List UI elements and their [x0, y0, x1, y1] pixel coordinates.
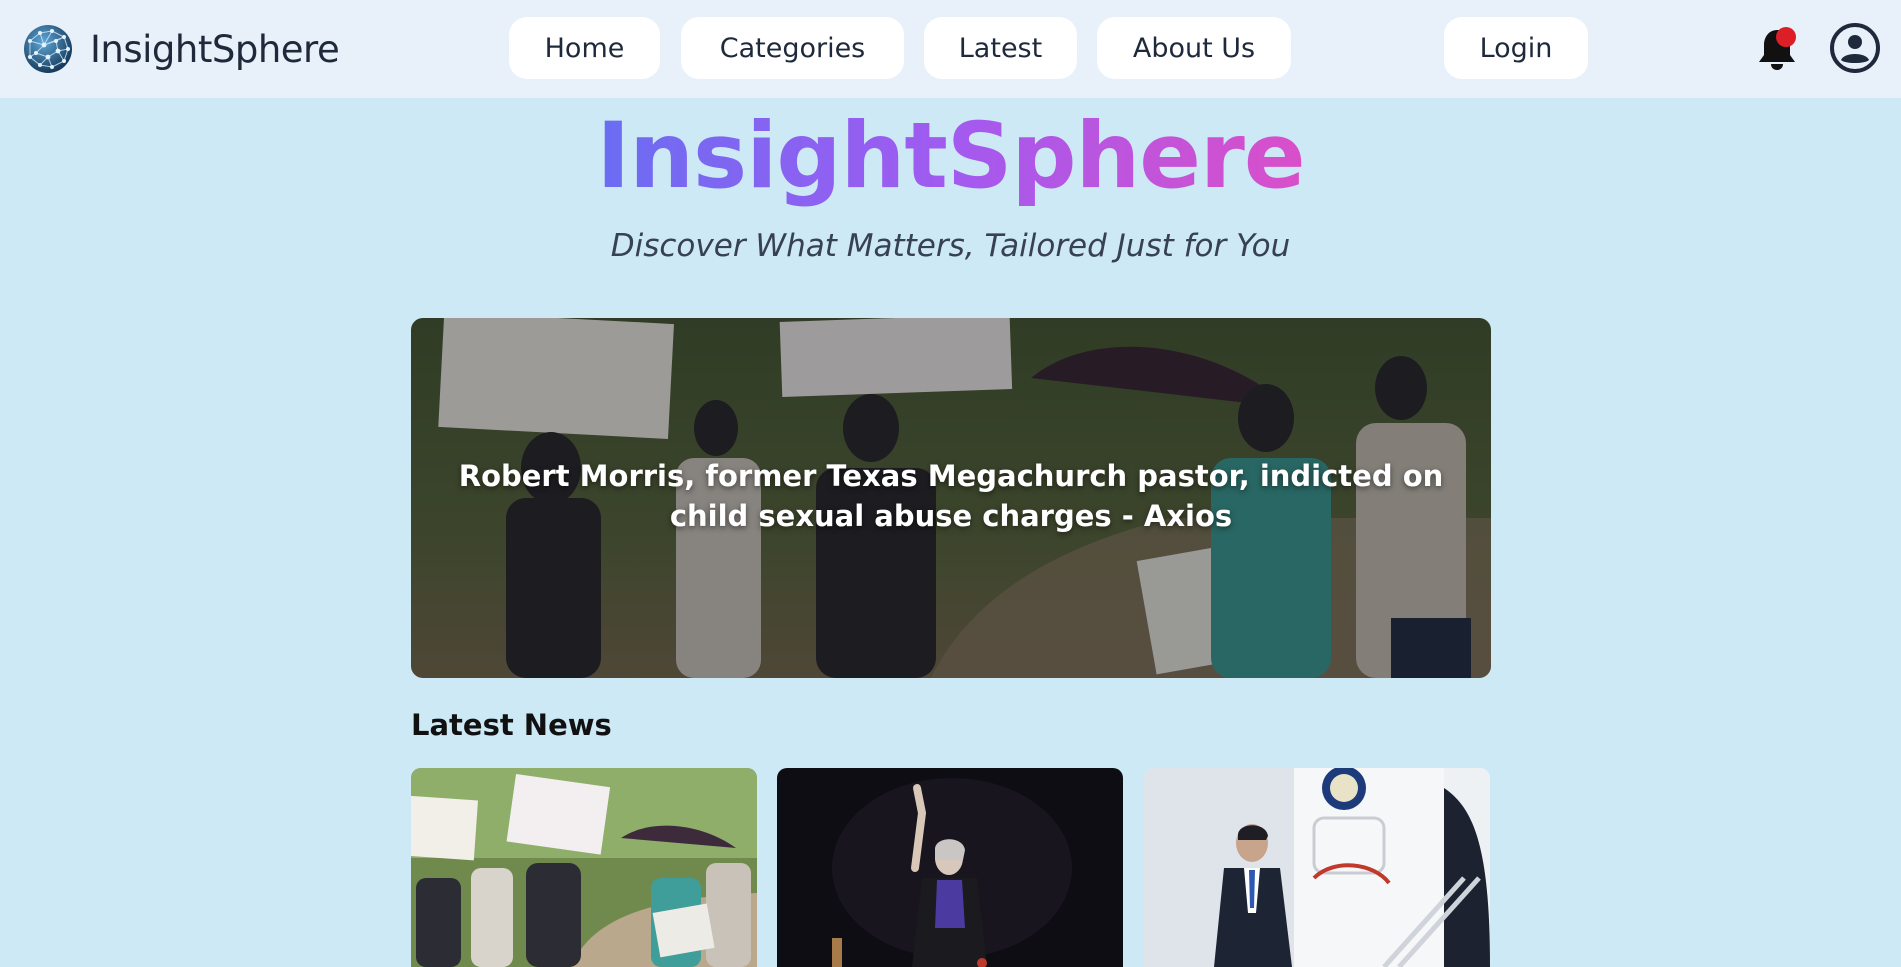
hero-tagline: Discover What Matters, Tailored Just for… — [610, 228, 1291, 264]
news-card[interactable] — [411, 768, 757, 967]
featured-headline[interactable]: Robert Morris, former Texas Megachurch p… — [431, 456, 1471, 536]
news-card-image — [411, 768, 757, 967]
hero-title: InsightSphere — [596, 104, 1305, 209]
latest-news-heading: Latest News — [411, 708, 612, 742]
news-card-image — [777, 768, 1123, 967]
nav-about-us[interactable]: About Us — [1097, 17, 1291, 79]
login-button[interactable]: Login — [1444, 17, 1588, 79]
featured-article[interactable]: Robert Morris, former Texas Megachurch p… — [411, 318, 1491, 678]
brand[interactable]: InsightSphere — [22, 22, 340, 76]
news-card[interactable] — [1144, 768, 1490, 967]
globe-network-icon — [24, 25, 72, 73]
user-circle-icon[interactable] — [1829, 22, 1881, 74]
news-card[interactable] — [777, 768, 1123, 967]
nav-latest[interactable]: Latest — [924, 17, 1077, 79]
news-card-image — [1144, 768, 1490, 967]
brand-name: InsightSphere — [90, 27, 340, 71]
notification-badge — [1776, 27, 1796, 47]
nav-home[interactable]: Home — [509, 17, 660, 79]
top-navbar: InsightSphere Home Categories Latest Abo… — [0, 0, 1901, 98]
nav-categories[interactable]: Categories — [681, 17, 904, 79]
